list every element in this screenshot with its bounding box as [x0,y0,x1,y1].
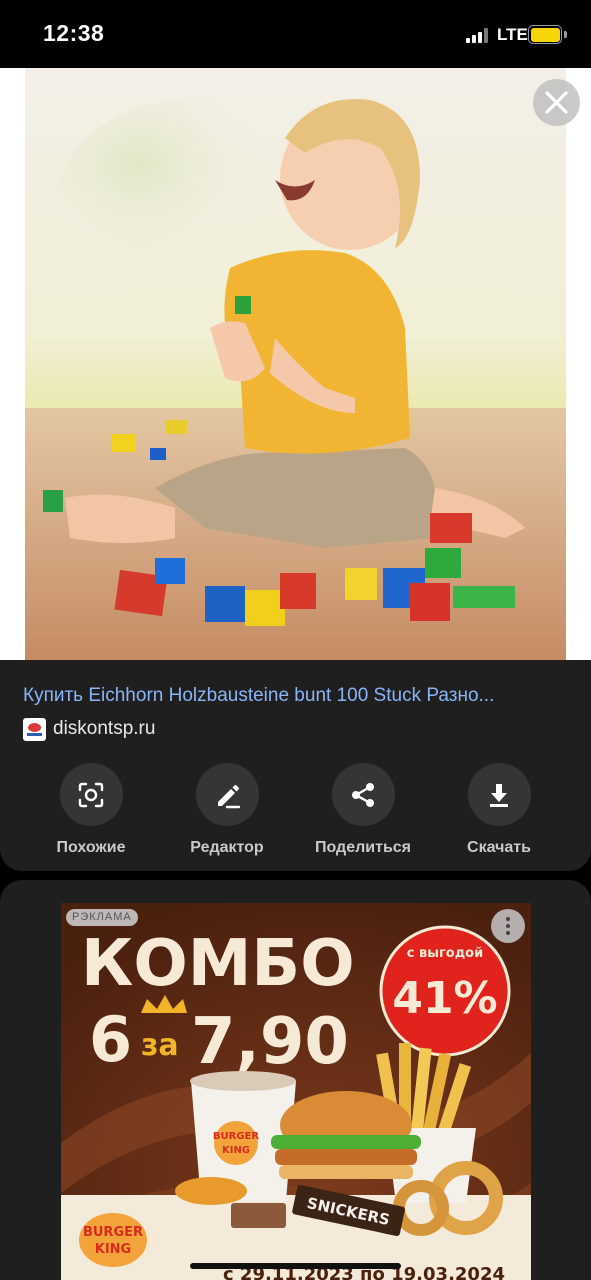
download-button[interactable]: Скачать [434,763,564,857]
share-label: Поделиться [314,839,412,856]
similar-button[interactable]: Похожие [26,763,156,857]
share-icon [352,782,374,807]
svg-text:BURGER: BURGER [213,1131,259,1142]
site-name: diskontsp.ru [53,718,156,739]
editor-button[interactable]: Редактор [162,763,292,857]
editor-label: Редактор [190,839,264,856]
ad-offer-price: 7,90 [191,1005,349,1079]
network-type: LTE [497,25,528,44]
ad-offer-count: 6 [89,1003,132,1076]
burger-king-logo: BURGER KING [79,1213,147,1267]
svg-text:KING: KING [95,1242,131,1257]
svg-text:BURGER: BURGER [83,1225,143,1240]
svg-text:KING: KING [222,1145,250,1156]
image-viewer[interactable] [0,68,591,660]
ad-offer-word: за [141,1028,179,1063]
more-vert-icon[interactable] [491,909,525,943]
battery-icon [528,25,562,44]
preview-photo [25,68,566,660]
close-icon [545,91,568,114]
lens-search-icon [78,782,104,807]
action-bar: Похожие Редактор Поделиться Скачать [0,763,591,858]
ad-badge-value: 41% [392,973,497,1024]
ad-banner[interactable]: КОМБО 6 за 7,90 с выгодой 41% BURGER KIN… [61,903,531,1280]
status-bar: 12:38 LTE [0,0,591,68]
result-title-link[interactable]: Купить Eichhorn Holzbausteine bunt 100 S… [23,685,573,707]
ad-artwork: КОМБО 6 за 7,90 с выгодой 41% BURGER KIN… [61,903,531,1280]
download-label: Скачать [467,839,531,856]
signal-icon [466,28,491,43]
similar-label: Похожие [56,839,126,856]
share-button[interactable]: Поделиться [298,763,428,857]
ad-badge-text: с выгодой [407,946,483,961]
pencil-icon [218,784,241,808]
close-button[interactable] [533,79,580,126]
home-indicator[interactable] [190,1263,401,1269]
ad-tag: РЭКЛАМА [66,909,138,926]
status-time: 12:38 [43,20,105,46]
ad-headline: КОМБО [81,927,355,1001]
site-favicon [23,717,46,741]
source-row[interactable]: diskontsp.ru [23,717,155,741]
download-icon [490,783,508,807]
result-card: Купить Eichhorn Holzbausteine bunt 100 S… [0,660,591,871]
